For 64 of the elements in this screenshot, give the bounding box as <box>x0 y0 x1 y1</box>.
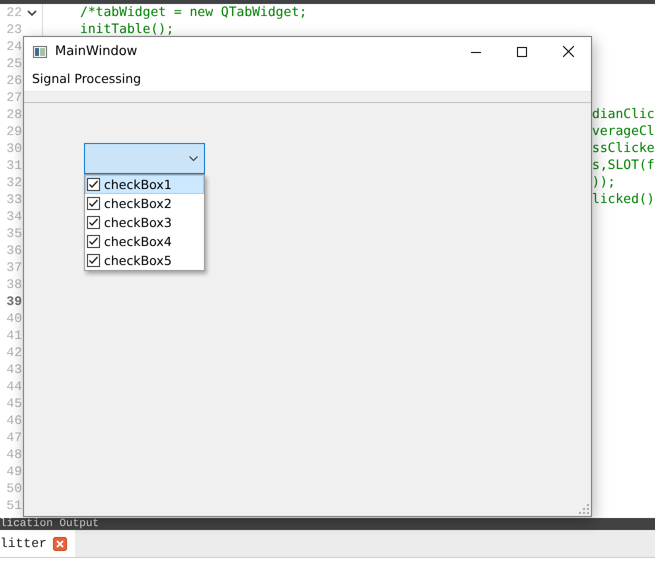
menu-item[interactable]: Signal Processing <box>24 71 150 86</box>
dropdown-item[interactable]: checkBox5 <box>85 251 204 270</box>
resize-grip-icon[interactable] <box>579 504 589 514</box>
item-label: checkBox2 <box>104 196 172 211</box>
checkbox[interactable] <box>87 216 100 229</box>
window-title: MainWindow <box>55 44 138 59</box>
chevron-icon[interactable] <box>27 8 37 18</box>
line-number: 24 <box>5 39 22 54</box>
file-tab[interactable]: litter <box>0 530 75 557</box>
line-number: 22 <box>5 5 22 20</box>
line-number: 27 <box>5 90 22 105</box>
item-label: checkBox4 <box>104 234 172 249</box>
line-number: 44 <box>5 379 22 394</box>
line-number: 28 <box>5 107 22 122</box>
dropdown-item[interactable]: checkBox1 <box>85 175 204 194</box>
item-label: checkBox1 <box>104 177 172 192</box>
checkbox[interactable] <box>87 178 100 191</box>
item-label: checkBox5 <box>104 253 172 268</box>
line-number: 32 <box>5 175 22 190</box>
line-number: 45 <box>5 396 22 411</box>
line-number: 37 <box>5 260 22 275</box>
code-line: verageCl <box>592 124 655 139</box>
chevron-icon <box>189 156 198 162</box>
line-number: 31 <box>5 158 22 173</box>
checkbox[interactable] <box>87 235 100 248</box>
maximize-icon <box>517 46 527 56</box>
code-line: initTable(); <box>80 22 174 37</box>
line-number: 50 <box>5 481 22 496</box>
dropdown-item[interactable]: checkBox4 <box>85 232 204 251</box>
code-line: s,SLOT(f <box>592 158 655 173</box>
line-number: 26 <box>5 73 22 88</box>
line-number: 46 <box>5 413 22 428</box>
line-number: 38 <box>5 277 22 292</box>
line-number: 29 <box>5 124 22 139</box>
line-number: 43 <box>5 362 22 377</box>
checkbox[interactable] <box>87 197 100 210</box>
line-number: 47 <box>5 430 22 445</box>
line-number: 30 <box>5 141 22 156</box>
close-icon[interactable] <box>52 536 67 550</box>
line-number: 34 <box>5 209 22 224</box>
dropdown-item[interactable]: checkBox3 <box>85 213 204 232</box>
code-line: )); <box>592 175 616 190</box>
code-line: licked() <box>592 192 655 207</box>
line-number: 25 <box>5 56 22 71</box>
window-icon <box>33 46 47 58</box>
line-number: 48 <box>5 447 22 462</box>
line-number: 35 <box>5 226 22 241</box>
line-number: 39 <box>5 294 22 309</box>
code-line: ssClicke <box>592 141 655 156</box>
panel-title: lication Output <box>0 518 100 530</box>
dropdown-item[interactable]: checkBox2 <box>85 194 204 213</box>
close-icon <box>562 46 574 57</box>
line-number: 40 <box>5 311 22 326</box>
line-number: 41 <box>5 328 22 343</box>
line-number: 33 <box>5 192 22 207</box>
code-line: /*tabWidget = new QTabWidget; <box>80 5 307 20</box>
line-number: 49 <box>5 464 22 479</box>
line-number: 23 <box>5 22 22 37</box>
item-label: checkBox3 <box>104 215 172 230</box>
code-line: dianClic <box>592 107 655 122</box>
line-number: 42 <box>5 345 22 360</box>
checkbox[interactable] <box>87 254 100 267</box>
line-number: 36 <box>5 243 22 258</box>
line-number: 51 <box>5 498 22 513</box>
